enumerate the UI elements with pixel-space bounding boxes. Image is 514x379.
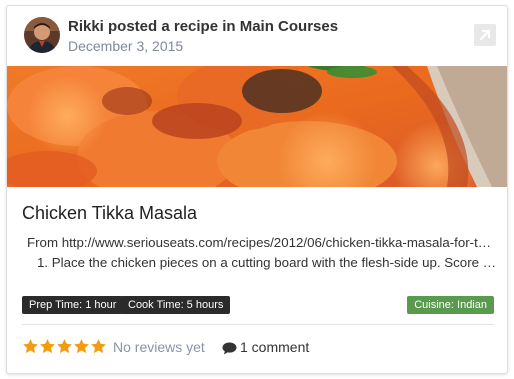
recipe-title[interactable]: Chicken Tikka Masala	[22, 203, 197, 224]
expand-button[interactable]	[474, 24, 496, 46]
recipe-source-line: From http://www.seriouseats.com/recipes/…	[27, 235, 497, 250]
comment-bubble-icon	[222, 342, 237, 355]
cuisine-tag[interactable]: Cuisine: Indian	[407, 296, 494, 314]
recipe-image[interactable]	[7, 66, 507, 187]
recipe-description: From http://www.seriouseats.com/recipes/…	[27, 233, 497, 273]
card-header: Rikki posted a recipe in Main Courses De…	[7, 6, 507, 66]
recipe-activity-card: Rikki posted a recipe in Main Courses De…	[6, 5, 508, 374]
comments-count: 1 comment	[240, 339, 310, 355]
poster-line[interactable]: Rikki posted a recipe in Main Courses	[68, 18, 338, 35]
post-date: December 3, 2015	[68, 38, 184, 54]
star-icon[interactable]	[22, 338, 39, 355]
recipe-tags: Prep Time: 1 hour Cook Time: 5 hours Cui…	[22, 296, 494, 314]
prep-time-tag: Prep Time: 1 hour	[22, 296, 124, 314]
divider	[22, 324, 494, 325]
star-icon[interactable]	[56, 338, 73, 355]
reviews-link[interactable]: No reviews yet	[113, 339, 205, 355]
cook-time-tag: Cook Time: 5 hours	[121, 296, 231, 314]
star-icon[interactable]	[90, 338, 107, 355]
recipe-step: 1. Place the chicken pieces on a cutting…	[37, 255, 497, 270]
card-footer: No reviews yet 1 comment	[22, 336, 494, 360]
star-icon[interactable]	[73, 338, 90, 355]
expand-arrow-icon	[479, 29, 491, 41]
star-icon[interactable]	[39, 338, 56, 355]
rating-stars[interactable]	[22, 338, 107, 356]
avatar[interactable]	[24, 17, 60, 53]
